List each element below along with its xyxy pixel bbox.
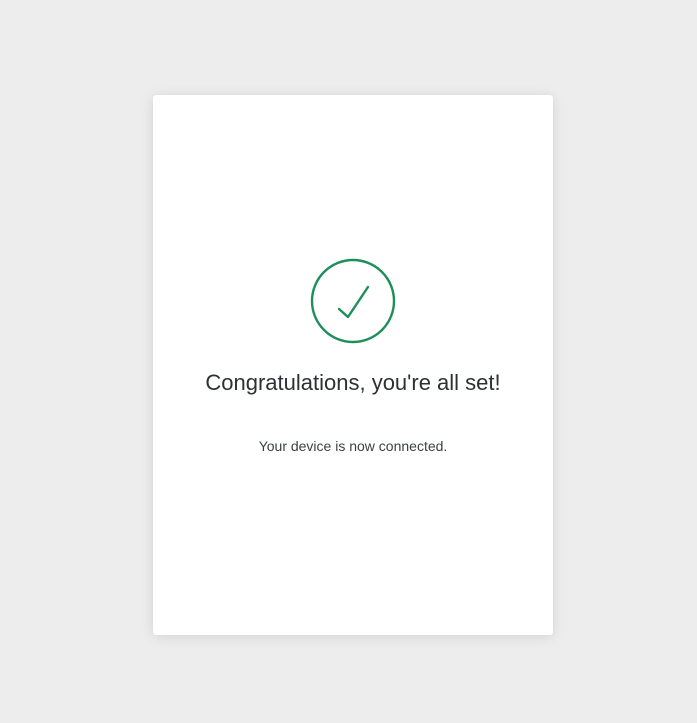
success-message: Your device is now connected. [258, 438, 448, 454]
checkmark-circle-icon [310, 258, 396, 344]
success-title: Congratulations, you're all set! [205, 370, 501, 395]
success-card: Congratulations, you're all set! Your de… [153, 95, 553, 635]
